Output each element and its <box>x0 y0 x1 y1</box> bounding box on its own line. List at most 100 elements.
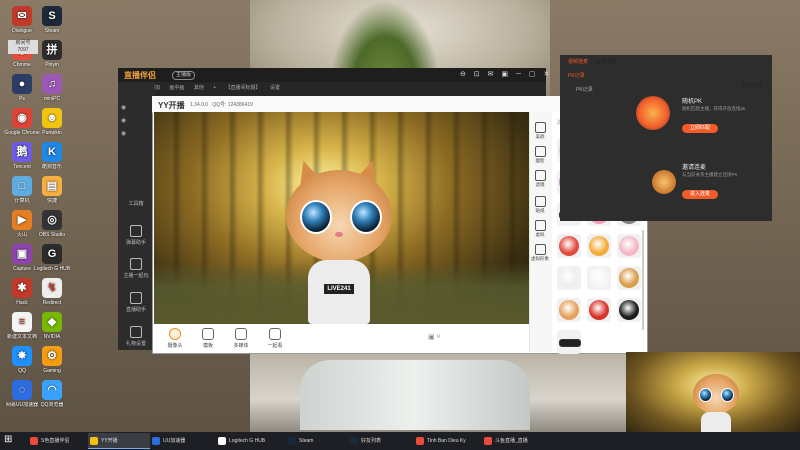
virtual-avatar-tool[interactable]: 虚拟形象 <box>530 244 550 262</box>
app-icon: 拼 <box>42 40 62 60</box>
desktop-icon[interactable]: S Steam <box>34 6 70 34</box>
desktop-icon-label: NVIDIA <box>43 334 61 340</box>
desktop-icon-label: QQ浏览器 <box>40 402 64 408</box>
app-edition-badge: 主播版 <box>172 71 196 80</box>
desktop-icon-label: miniPC <box>43 96 61 102</box>
host-tab[interactable]: 【直播间标题】 <box>226 85 261 91</box>
desktop-icon[interactable]: ◎ OBS Studio <box>34 210 70 238</box>
cat-eye-left <box>699 388 712 402</box>
room-number-label: 房间号 <box>15 40 31 46</box>
host-tab-add[interactable]: + <box>213 85 216 91</box>
sidebar-item-assistant[interactable]: 直播助手 <box>118 292 154 313</box>
tab-link-settings[interactable]: 连麦设置 <box>596 58 616 65</box>
watch-together-label: 一起看 <box>267 343 283 349</box>
desktop-icon[interactable]: ▤ 快捷 <box>34 176 70 204</box>
room-number-value: 7097 <box>17 47 29 53</box>
watch-together-button[interactable]: 一起看 <box>262 328 288 349</box>
sticker-tiger-cat[interactable] <box>617 266 641 290</box>
sticker-sunglasses[interactable] <box>557 330 581 354</box>
cat-mask-icon <box>589 268 609 288</box>
sidebar-item-gift[interactable]: 礼物设置 <box>118 326 154 347</box>
host-tab[interactable]: 设置 <box>270 85 280 91</box>
sticker-black-cat[interactable] <box>617 298 641 322</box>
tool-label: 贴纸 <box>535 208 545 213</box>
wand-icon <box>534 196 546 207</box>
sticker-tool[interactable]: 贴纸 <box>530 196 550 214</box>
screen-share-icon[interactable]: ▣ ˅ <box>428 333 441 341</box>
sticker-fruit-crown[interactable] <box>587 234 611 258</box>
camera-preview: LIVE241 <box>154 112 529 324</box>
sidebar-item-play-together[interactable]: 主播一起玩 <box>118 258 154 279</box>
taskbar-item[interactable]: YY开播 <box>88 433 150 449</box>
desktop-icon[interactable]: ☻ Pumpkin <box>34 108 70 136</box>
desktop-icon-label: Steam <box>44 28 60 34</box>
sticker-white-cat[interactable] <box>557 266 581 290</box>
invite-link-desc: 与当前关系主播建立连接PK <box>682 172 738 177</box>
taskbar-item[interactable]: S色直播伴侣 <box>28 433 88 449</box>
template-button[interactable]: 模板 <box>195 328 221 349</box>
desktop-icon[interactable]: ↯ Redirect <box>34 278 70 306</box>
visibility-eye-icon[interactable]: ◉ <box>121 130 126 137</box>
slim-face-icon <box>534 146 546 157</box>
tab-video-link[interactable]: 视频连麦 <box>568 58 588 65</box>
invite-link-button[interactable]: 进入连麦 <box>682 190 718 199</box>
sidebar-item-danmaku[interactable]: 弹幕助手 <box>118 225 154 246</box>
taskbar-item[interactable]: Tinh Ban Dieu Ky <box>414 433 482 449</box>
beauty-tool[interactable]: 美颜 <box>530 122 550 140</box>
desktop-icon[interactable]: ♫ miniPC <box>34 74 70 102</box>
sidebar-item-label: 弹幕助手 <box>125 240 146 246</box>
visibility-eye-icon[interactable]: ◉ <box>121 117 126 124</box>
taskbar-item-label: Tinh Ban Dieu Ky <box>427 438 466 444</box>
sidebar-item-toolbox[interactable]: 工具箱 <box>118 200 154 207</box>
sticker-cat-mask[interactable] <box>587 266 611 290</box>
taskbar-item[interactable]: Logitech G HUB <box>216 433 286 449</box>
taskbar-item-label: Logitech G HUB <box>229 438 266 444</box>
beauty-icon <box>534 122 546 133</box>
app-icon: ≡ <box>12 312 32 332</box>
desktop-icon[interactable]: G Logitech G HUB <box>34 244 70 272</box>
yy-version-info: 1.34.0.0 QQ号: 124386419 <box>190 101 253 108</box>
sticker-santa-hat[interactable] <box>587 298 611 322</box>
cat-avatar: LIVE241 <box>284 152 394 324</box>
taskbar-item[interactable]: 斗鱼直播_直播 <box>482 433 552 449</box>
desktop-icon[interactable]: ⚙ Gaming <box>34 346 70 374</box>
host-tab[interactable]: 其他 <box>194 85 204 91</box>
desktop-icon-label: 快捷 <box>46 198 57 204</box>
taskbar-item[interactable]: UU加速器 <box>150 433 216 449</box>
visibility-eye-icon[interactable]: ◉ <box>121 104 126 111</box>
taskbar-item[interactable]: 好友列表 <box>348 433 414 449</box>
sticker-pink-pig[interactable] <box>617 234 641 258</box>
sunglasses-icon <box>559 339 581 347</box>
app-icon: ✸ <box>12 346 32 366</box>
red-horns-icon <box>559 236 579 256</box>
stream-preview-thumbnail <box>626 352 800 434</box>
random-pk-button[interactable]: 立即匹配 <box>682 124 718 133</box>
black-cat-icon <box>619 300 639 320</box>
app-logo: 直播伴侣 <box>124 71 156 80</box>
host-tab[interactable]: 画中画 <box>169 85 184 91</box>
tool-label: 美颜 <box>535 134 545 139</box>
yy-logo: YY开播 <box>158 101 185 110</box>
danmaku-icon <box>130 225 142 237</box>
virtual-tool[interactable]: 虚拟 <box>530 220 550 238</box>
desktop-icon[interactable]: ◆ NVIDIA <box>34 312 70 340</box>
filter-tool[interactable]: 滤镜 <box>530 170 550 188</box>
media-button[interactable]: 多媒体 <box>228 328 254 349</box>
tiger-cat-icon <box>619 268 639 288</box>
taskbar-app-icon <box>152 437 160 445</box>
desktop-icon[interactable]: 拼 Pinyin <box>34 40 70 68</box>
taskbar-item-label: YY开播 <box>101 438 118 444</box>
desktop-icon[interactable]: K 酷狗音乐 <box>34 142 70 170</box>
camera-button[interactable]: 摄像头 <box>162 328 188 349</box>
host-window-controls[interactable]: ⊖ ⊡ ✉ ▣ ─ ▢ ✕ <box>460 70 552 78</box>
desktop-icon[interactable]: ◠ QQ浏览器 <box>34 380 70 408</box>
windows-start-icon[interactable]: ⊞ <box>4 434 12 445</box>
pk-help-link[interactable]: 玩法介绍 <box>742 82 762 89</box>
app-icon: ◌ <box>12 380 32 400</box>
sticker-orange-cat[interactable] <box>557 298 581 322</box>
taskbar-item-label: 斗鱼直播_直播 <box>495 438 528 444</box>
taskbar-item[interactable]: Steam <box>286 433 348 449</box>
slim-face-tool[interactable]: 瘦脸 <box>530 146 550 164</box>
sticker-red-horns[interactable] <box>557 234 581 258</box>
panel-scrollbar[interactable] <box>642 230 644 330</box>
